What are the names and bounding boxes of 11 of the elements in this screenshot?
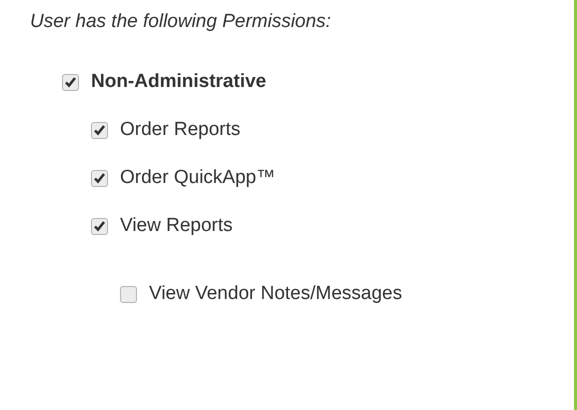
permission-label: Non-Administrative [91,70,266,94]
section-heading: User has the following Permissions: [30,10,331,34]
checkbox[interactable] [62,74,79,90]
checkbox[interactable] [120,286,137,302]
checkbox[interactable] [91,218,108,234]
permission-label: View Vendor Notes/Messages [149,282,402,306]
permission-label: View Reports [120,214,233,238]
permission-label: Order Reports [120,118,240,142]
checkbox[interactable] [91,170,108,186]
checkbox[interactable] [91,122,108,138]
permission-label: Order QuickApp™ [120,166,276,190]
